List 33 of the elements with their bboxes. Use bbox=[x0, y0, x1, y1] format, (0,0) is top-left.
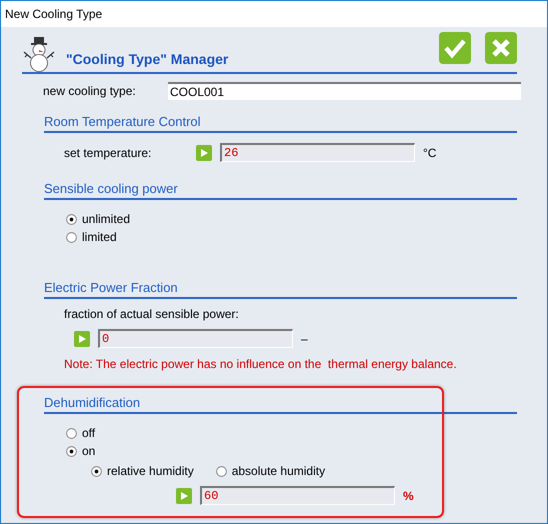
section-title: Room Temperature Control bbox=[44, 114, 517, 133]
radio-button[interactable]: off bbox=[66, 424, 96, 442]
play-icon bbox=[199, 148, 209, 158]
section-title: Dehumidification bbox=[44, 395, 517, 414]
value-field[interactable]: 26 bbox=[220, 143, 415, 162]
radio-button[interactable]: unlimited bbox=[66, 210, 130, 228]
unit-label: % bbox=[403, 488, 414, 502]
unit-label: °C bbox=[423, 146, 436, 160]
unit-label: – bbox=[301, 332, 308, 346]
field-label: fraction of actual sensible power: bbox=[64, 307, 240, 321]
play-button[interactable] bbox=[176, 488, 192, 504]
close-icon bbox=[490, 37, 512, 59]
snowman-icon bbox=[22, 36, 56, 72]
name-field[interactable]: COOL001 bbox=[168, 82, 521, 100]
manager-title: "Cooling Type" Manager bbox=[66, 51, 230, 67]
section-title: Sensible cooling power bbox=[44, 181, 517, 200]
note-text: Note: The electric power has no influence on the thermal energy balance. bbox=[64, 357, 458, 371]
confirm-button[interactable] bbox=[439, 32, 471, 64]
value-field[interactable]: 0 bbox=[98, 329, 293, 348]
play-button[interactable] bbox=[74, 330, 90, 346]
play-button[interactable] bbox=[196, 144, 212, 160]
field-label: new cooling type: bbox=[43, 84, 137, 98]
play-icon bbox=[77, 334, 87, 344]
radio-button[interactable]: absolute humidity bbox=[216, 462, 326, 480]
field-label: set temperature: bbox=[64, 146, 152, 160]
close-button[interactable] bbox=[485, 32, 517, 64]
radio-button[interactable]: limited bbox=[66, 228, 117, 246]
radio-button[interactable]: relative humidity bbox=[91, 462, 194, 480]
radio-button[interactable]: on bbox=[66, 442, 96, 460]
play-icon bbox=[179, 490, 189, 500]
section-title: Electric Power Fraction bbox=[44, 280, 517, 299]
value-field[interactable]: 60 bbox=[200, 486, 395, 505]
window-title: New Cooling Type bbox=[5, 7, 102, 21]
